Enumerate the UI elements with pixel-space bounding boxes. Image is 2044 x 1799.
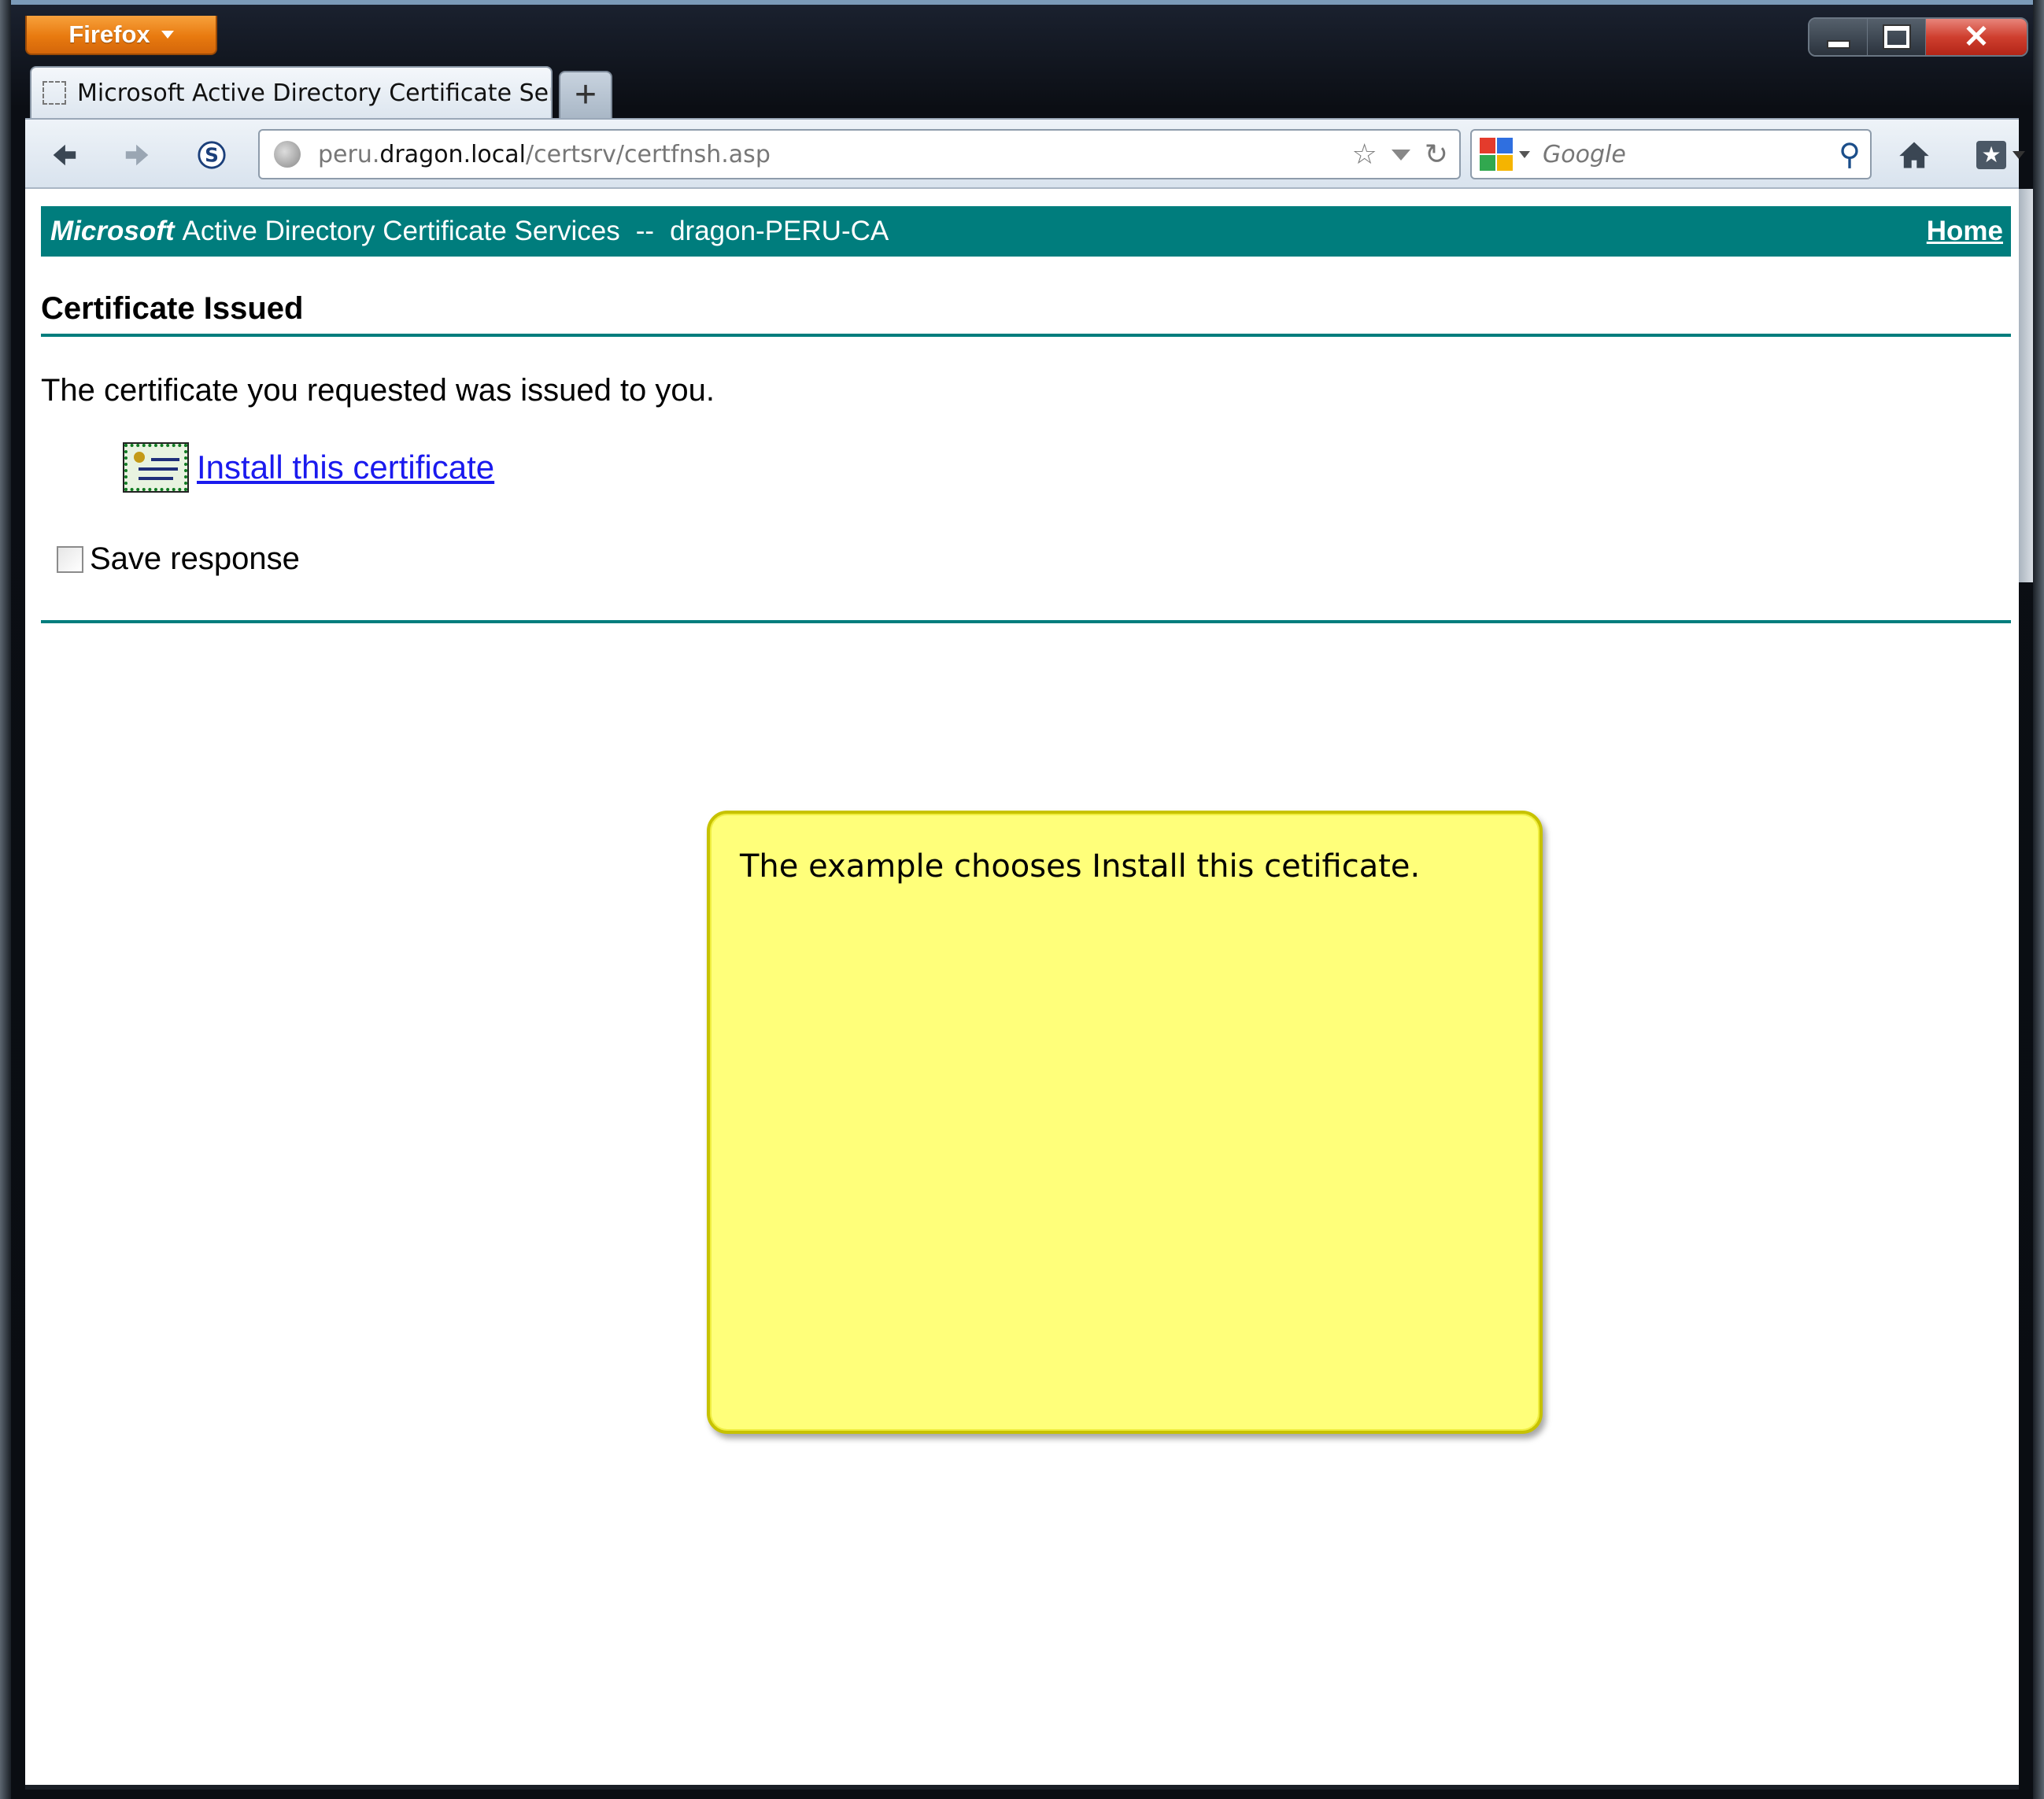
window-bottom-edge bbox=[25, 1785, 2019, 1790]
google-icon[interactable] bbox=[1480, 138, 1513, 171]
url-path: /certsrv/certfnsh.asp bbox=[526, 140, 771, 168]
forward-button[interactable] bbox=[116, 135, 159, 175]
url-bar[interactable]: peru. dragon.local/certsrv/certfnsh.asp ☆… bbox=[258, 129, 1461, 179]
back-button[interactable] bbox=[43, 135, 85, 175]
star-icon[interactable]: ☆ bbox=[1352, 139, 1377, 171]
banner-brand: Microsoft bbox=[50, 216, 175, 246]
sync-icon: S bbox=[198, 141, 226, 169]
divider bbox=[41, 334, 2011, 337]
banner-ca-name: dragon-PERU-CA bbox=[670, 216, 889, 246]
back-arrow-icon bbox=[53, 144, 76, 166]
home-link[interactable]: Home bbox=[1927, 216, 2003, 247]
bookmarks-icon: ★ bbox=[1976, 141, 2006, 169]
search-bar[interactable]: Google ⚲ bbox=[1470, 129, 1872, 179]
tab-active[interactable]: Microsoft Active Directory Certificate S… bbox=[30, 66, 553, 118]
new-tab-button[interactable]: + bbox=[559, 71, 612, 118]
firefox-menu-button[interactable]: Firefox bbox=[25, 16, 217, 55]
install-certificate-row: Install this certificate bbox=[123, 442, 494, 493]
globe-icon bbox=[274, 141, 301, 168]
install-certificate-link[interactable]: Install this certificate bbox=[197, 449, 494, 486]
url-subdomain: peru. bbox=[318, 140, 380, 168]
save-response-row: Save response bbox=[57, 541, 300, 577]
page-banner: Microsoft Active Directory Certificate S… bbox=[41, 206, 2011, 257]
home-button[interactable] bbox=[1891, 134, 1938, 176]
chevron-down-icon bbox=[2013, 151, 2025, 159]
chevron-down-icon bbox=[161, 31, 174, 39]
reload-icon[interactable]: ↻ bbox=[1425, 139, 1448, 171]
banner-service: Active Directory Certificate Services bbox=[182, 216, 620, 246]
forward-arrow-icon bbox=[125, 144, 149, 166]
chevron-down-icon[interactable] bbox=[1519, 150, 1530, 158]
page-favicon-icon bbox=[43, 81, 66, 105]
maximize-icon bbox=[1882, 24, 1911, 50]
maximize-button[interactable] bbox=[1868, 19, 1926, 55]
svg-text:S: S bbox=[205, 144, 219, 167]
scrollbar-edge bbox=[2019, 189, 2033, 582]
window-right-edge bbox=[2033, 0, 2044, 1799]
bookmarks-button[interactable]: ★ bbox=[1968, 134, 2034, 176]
issued-message: The certificate you requested was issued… bbox=[41, 373, 715, 408]
certificate-line bbox=[139, 467, 178, 471]
firefox-menu-label: Firefox bbox=[68, 20, 150, 48]
home-icon bbox=[1899, 142, 1929, 168]
certificate-line bbox=[151, 458, 179, 461]
close-button[interactable]: ✕ bbox=[1926, 19, 2027, 55]
history-dropdown-icon[interactable] bbox=[1391, 149, 1410, 161]
window-controls: ✕ bbox=[1808, 17, 2028, 57]
sync-button[interactable]: S bbox=[190, 135, 233, 175]
close-icon: ✕ bbox=[1963, 20, 1990, 54]
page-content: Microsoft Active Directory Certificate S… bbox=[25, 189, 2019, 1785]
browser-window: Firefox ✕ Microsoft Active Directory Cer… bbox=[0, 0, 2044, 1799]
divider bbox=[41, 620, 2011, 623]
tab-label: Microsoft Active Directory Certificate S… bbox=[77, 79, 553, 107]
certificate-icon[interactable] bbox=[123, 442, 189, 493]
minimize-button[interactable] bbox=[1809, 19, 1868, 55]
callout-note: The example chooses Install this cetific… bbox=[707, 811, 1543, 1434]
minimize-icon bbox=[1826, 39, 1850, 49]
window-top-strip bbox=[0, 0, 2044, 5]
certificate-line bbox=[139, 477, 173, 480]
tab-strip: Microsoft Active Directory Certificate S… bbox=[30, 66, 612, 118]
search-icon[interactable]: ⚲ bbox=[1839, 137, 1861, 172]
save-response-label[interactable]: Save response bbox=[90, 541, 300, 577]
page-title: Certificate Issued bbox=[41, 291, 304, 326]
banner-separator: -- bbox=[635, 216, 655, 246]
certificate-seal bbox=[134, 452, 145, 463]
navigation-toolbar: S peru. dragon.local/certsrv/certfnsh.asp… bbox=[25, 118, 2025, 189]
window-left-edge bbox=[0, 0, 11, 1799]
url-domain: dragon.local bbox=[379, 140, 527, 168]
url-bar-actions: ☆ ↻ bbox=[1352, 139, 1448, 171]
search-placeholder: Google bbox=[1543, 140, 1626, 168]
save-response-checkbox[interactable] bbox=[57, 545, 83, 573]
